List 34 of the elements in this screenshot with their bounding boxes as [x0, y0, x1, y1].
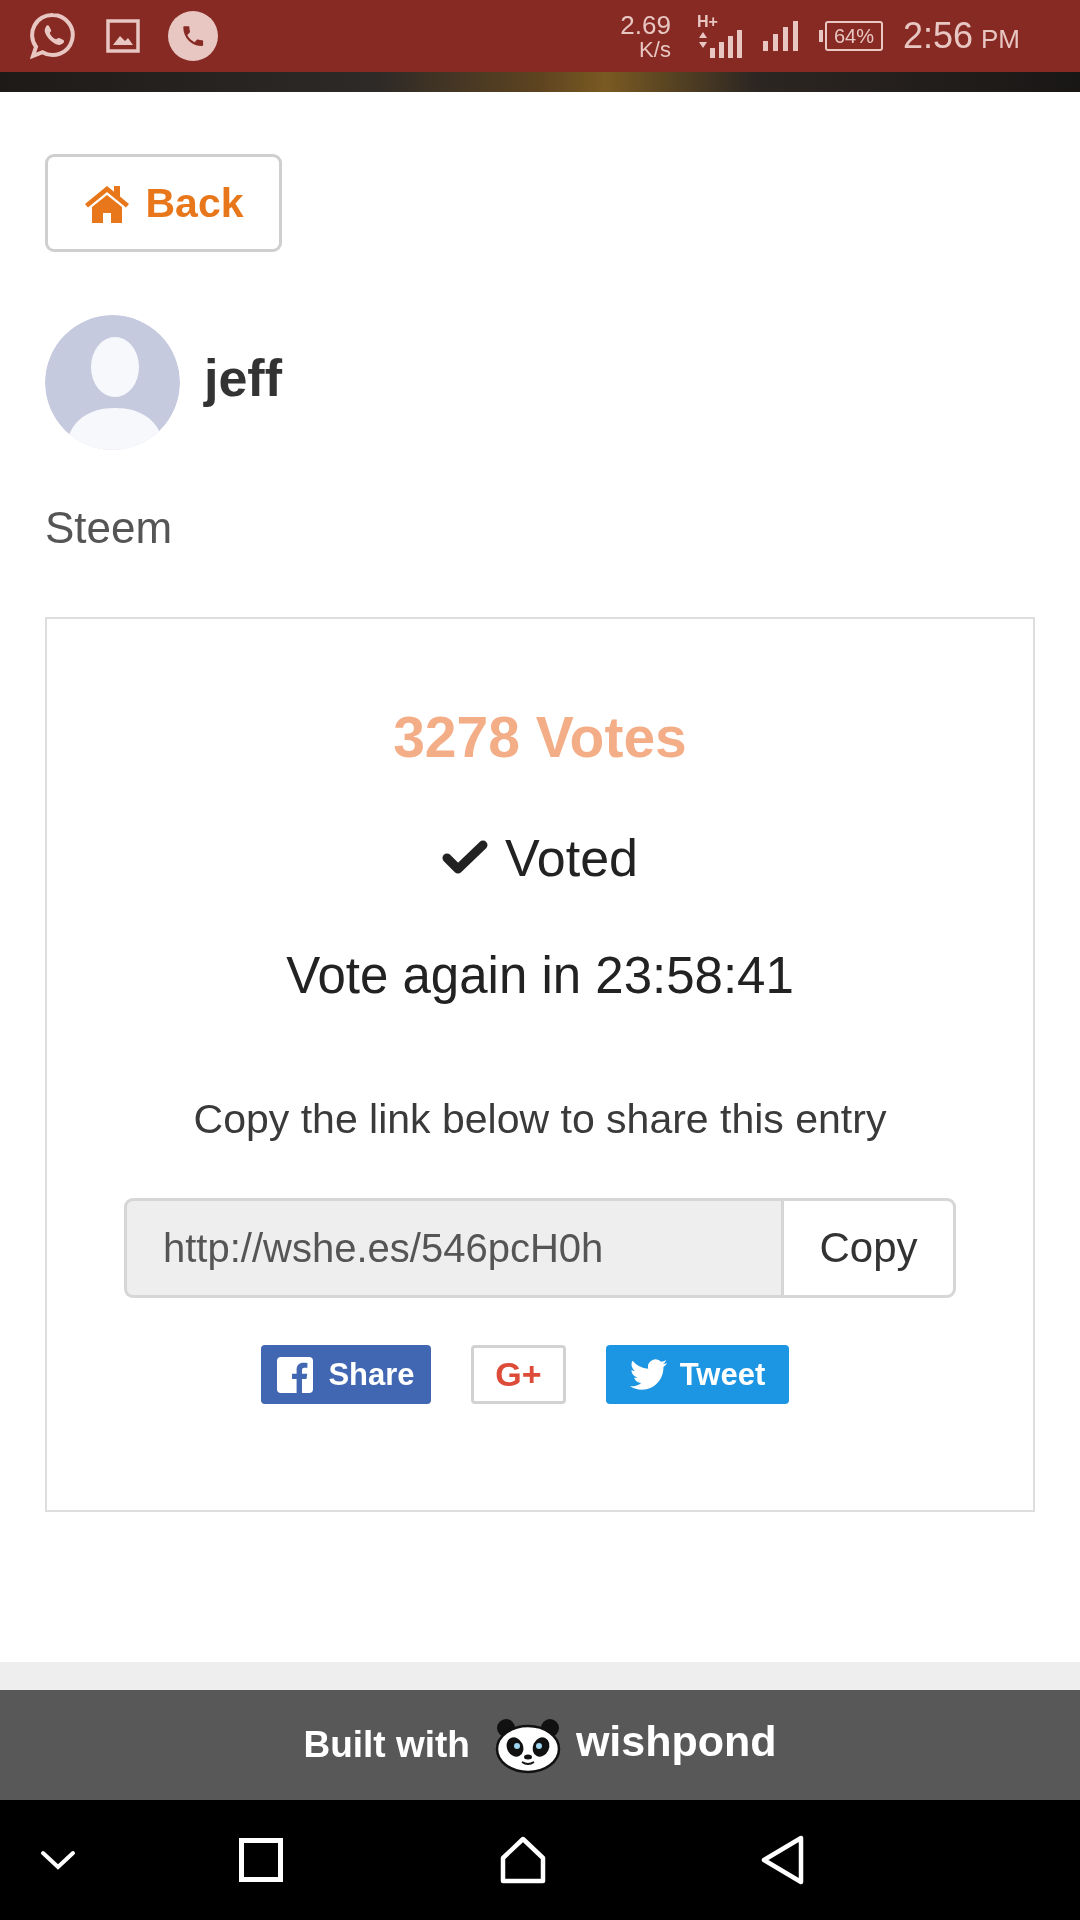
network-type-text: H+	[696, 14, 718, 30]
square-icon[interactable]	[239, 1838, 283, 1882]
clock-time: 2:56	[902, 15, 973, 57]
chat-bubble-phone-icon	[30, 12, 76, 60]
vote-status: Voted	[505, 828, 638, 889]
phone-icon	[168, 11, 218, 61]
bird-icon	[629, 1358, 668, 1391]
share-button[interactable]: Share	[261, 1345, 431, 1404]
signal-icon	[762, 21, 799, 51]
check-icon	[442, 840, 488, 876]
back-icon[interactable]	[761, 1835, 805, 1885]
home-icon	[83, 183, 132, 223]
chevron-down-icon[interactable]	[40, 1850, 76, 1870]
clock-period: PM	[981, 23, 1020, 55]
vote-count: 3278 Votes	[393, 704, 687, 771]
battery-indicator: 64%	[818, 21, 883, 51]
data-rate-text: 2.69	[620, 11, 671, 38]
panda-icon	[493, 1716, 562, 1774]
tweet-button[interactable]: Tweet	[606, 1345, 789, 1404]
profile-subtitle: Steem	[45, 502, 173, 554]
data-rate-unit: K/s	[639, 38, 671, 61]
home-icon[interactable]	[500, 1836, 546, 1884]
back-button[interactable]: Back	[45, 154, 282, 252]
copy-button[interactable]: Copy	[781, 1198, 956, 1298]
facebook-icon	[277, 1356, 314, 1393]
profile-name: jeff	[204, 347, 282, 408]
link-field[interactable]: http://wshe.es/546pcH0h	[124, 1198, 781, 1298]
footer-text: Built with	[303, 1724, 470, 1766]
share-prompt: Copy the link below to share this entry	[193, 1095, 887, 1144]
image-icon	[106, 19, 140, 53]
countdown-text: Vote again in 23:58:41	[286, 946, 794, 1006]
google-plus-button[interactable]: G+	[471, 1345, 566, 1404]
brand-name: wishpond	[575, 1716, 777, 1766]
signal-icon	[696, 30, 743, 58]
